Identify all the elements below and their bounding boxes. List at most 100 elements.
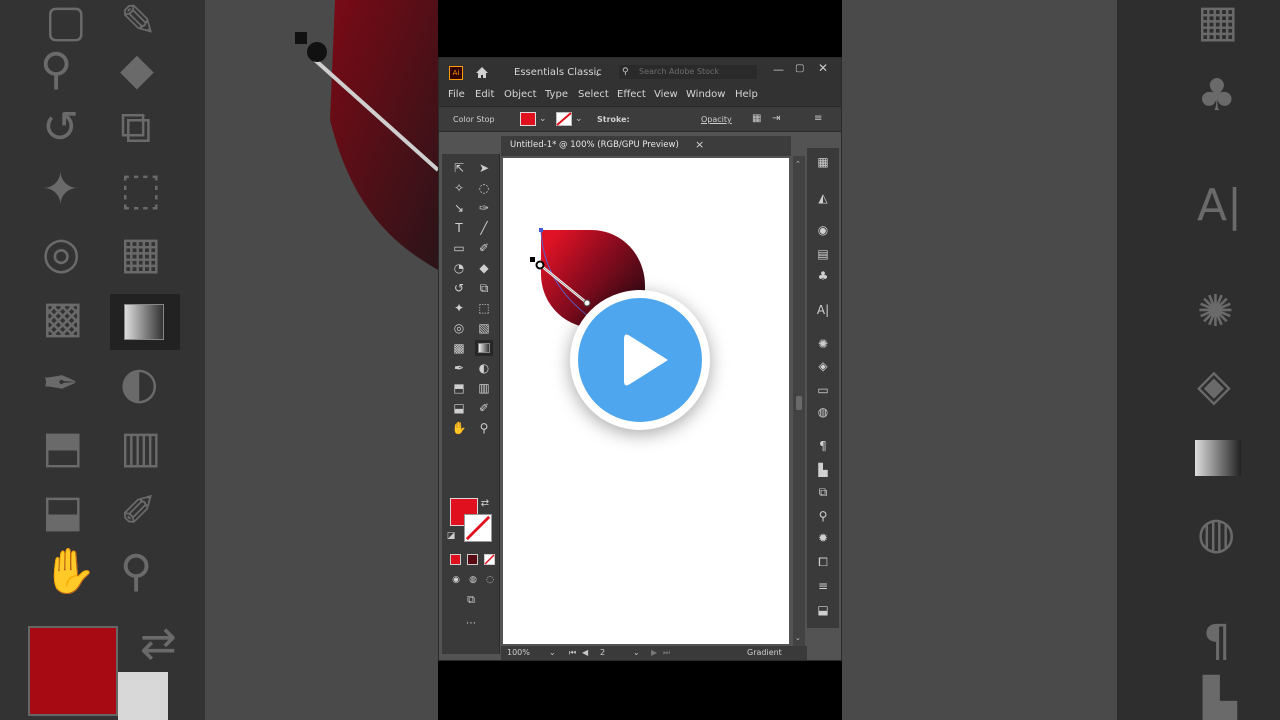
artboard-number[interactable]: 2	[600, 648, 605, 657]
stroke-panel-icon[interactable]: ≡	[815, 578, 831, 594]
draw-inside-icon[interactable]: ◌	[481, 572, 499, 588]
document-tab-close[interactable]: ×	[695, 138, 704, 151]
brushes-panel-icon[interactable]: ✺	[815, 336, 831, 352]
default-colors-icon[interactable]: ◪	[442, 528, 460, 544]
chevron-down-icon[interactable]: ⌄	[539, 113, 547, 125]
artboard-tool-icon[interactable]: ⬓	[450, 400, 468, 416]
menu-file[interactable]: File	[448, 89, 465, 100]
warp-tool-icon[interactable]: ✦	[450, 300, 468, 316]
bg-tool-icon: ✒	[42, 358, 79, 409]
pen-tool-icon[interactable]: ↘	[450, 200, 468, 216]
menu-help[interactable]: Help	[735, 89, 758, 100]
slice-tool-icon[interactable]: ✐	[475, 400, 493, 416]
close-icon[interactable]: ✕	[818, 62, 828, 74]
swap-fill-stroke-icon[interactable]: ⇄	[476, 496, 494, 512]
scroll-thumb[interactable]	[796, 396, 802, 410]
selection-tool-icon[interactable]: ⇱	[450, 160, 468, 176]
transparency-panel-icon[interactable]: ◍	[815, 404, 831, 420]
artboards-panel-icon[interactable]: ⧠	[815, 554, 831, 570]
chevron-down-icon[interactable]: ⌄	[594, 68, 602, 80]
graph-tool-icon[interactable]: ▥	[475, 380, 493, 396]
draw-behind-icon[interactable]: ◍	[464, 572, 482, 588]
mesh-tool-icon[interactable]: ▩	[450, 340, 468, 356]
symbols-panel-icon[interactable]: ♣	[815, 268, 831, 284]
type-tool-icon[interactable]: T	[450, 220, 468, 236]
gradient-panel-icon[interactable]: ▭	[815, 382, 831, 398]
gradient-mode-icon[interactable]	[467, 554, 478, 565]
opacity-link[interactable]: Opacity	[701, 115, 732, 124]
menu-select[interactable]: Select	[578, 89, 609, 100]
minimize-icon[interactable]: —	[773, 64, 784, 76]
eraser-tool-icon[interactable]: ◆	[475, 260, 493, 276]
free-transform-tool-icon[interactable]: ⬚	[475, 300, 493, 316]
last-artboard-icon[interactable]: ⏭	[663, 647, 670, 659]
rotate-tool-icon[interactable]: ↺	[450, 280, 468, 296]
symbol-sprayer-tool-icon[interactable]: ⬒	[450, 380, 468, 396]
align-panel-icon[interactable]: ▙	[815, 462, 831, 478]
curvature-tool-icon[interactable]: ✑	[475, 200, 493, 216]
lasso-tool-icon[interactable]: ◌	[475, 180, 493, 196]
previous-artboard-icon[interactable]: ◀	[582, 647, 588, 659]
hand-tool-icon[interactable]: ✋	[450, 420, 468, 436]
shaper-tool-icon[interactable]: ◔	[450, 260, 468, 276]
puppet-panel-icon[interactable]: ⚲	[815, 508, 831, 524]
home-icon[interactable]	[475, 66, 489, 79]
scroll-up-icon[interactable]: ⌃	[795, 158, 801, 170]
video-frame: ▢ ✎ ⚲ ◆ ↺ ⧉ ✦ ⬚ ◎ ▦ ▩ ✒ ◐ ⬒ ▥ ⬓ ✐ ✋ ⚲ ⇄	[0, 0, 1280, 720]
swatches-panel-icon[interactable]: ▤	[815, 246, 831, 262]
blend-tool-icon[interactable]: ◐	[475, 360, 493, 376]
menu-object[interactable]: Object	[504, 89, 537, 100]
search-field[interactable]: ⚲ Search Adobe Stock	[619, 65, 757, 79]
menu-window[interactable]: Window	[686, 89, 725, 100]
paragraph-panel-icon[interactable]: ¶	[815, 438, 831, 454]
color-mode-icon[interactable]	[450, 554, 461, 565]
bg-tool-icon: ✦	[42, 164, 79, 215]
line-tool-icon[interactable]: ╱	[475, 220, 493, 236]
character-panel-icon[interactable]: A|	[815, 302, 831, 318]
align-icon[interactable]: ▦	[752, 113, 761, 125]
transform-icon[interactable]: ⇥	[772, 113, 780, 125]
screen-mode-icon[interactable]: ⧉	[462, 592, 480, 608]
magic-wand-tool-icon[interactable]: ✧	[450, 180, 468, 196]
libraries-panel-icon[interactable]: ◭	[815, 190, 831, 206]
first-artboard-icon[interactable]: ⏮	[569, 647, 576, 659]
maximize-icon[interactable]: ▢	[795, 63, 804, 75]
properties-panel-icon[interactable]: ▦	[815, 154, 831, 170]
eyedropper-tool-icon[interactable]: ✒	[450, 360, 468, 376]
more-tools-icon[interactable]: ⋯	[462, 616, 480, 632]
direct-selection-tool-icon[interactable]: ➤	[475, 160, 493, 176]
scroll-down-icon[interactable]: ⌄	[795, 632, 801, 644]
zoom-level[interactable]: 100%	[507, 648, 530, 657]
play-button[interactable]	[570, 290, 710, 430]
pathfinder-panel-icon[interactable]: ⧉	[815, 484, 831, 500]
perspective-grid-tool-icon[interactable]: ▧	[475, 320, 493, 336]
stroke-swatch[interactable]	[464, 514, 492, 542]
export-panel-icon[interactable]: ⬓	[815, 602, 831, 618]
document-tab-title[interactable]: Untitled-1* @ 100% (RGB/GPU Preview)	[510, 140, 679, 150]
color-panel-icon[interactable]: ◉	[815, 222, 831, 238]
shape-builder-tool-icon[interactable]: ◎	[450, 320, 468, 336]
panel-menu-icon[interactable]: ≡	[814, 113, 822, 125]
chevron-down-icon[interactable]: ⌄	[575, 113, 583, 125]
menu-type[interactable]: Type	[545, 89, 568, 100]
workspace-switcher[interactable]: Essentials Classic	[514, 67, 602, 78]
zoom-tool-icon[interactable]: ⚲	[475, 420, 493, 436]
chevron-down-icon[interactable]: ⌄	[633, 647, 640, 659]
rectangle-tool-icon[interactable]: ▭	[450, 240, 468, 256]
scale-tool-icon[interactable]: ⧉	[475, 280, 493, 296]
menu-view[interactable]: View	[654, 89, 678, 100]
next-artboard-icon[interactable]: ▶	[651, 647, 657, 659]
appearance-panel-icon[interactable]: ✹	[815, 530, 831, 546]
background-canvas	[205, 0, 438, 720]
chevron-down-icon[interactable]: ⌄	[549, 647, 556, 659]
layers-panel-icon[interactable]: ◈	[815, 358, 831, 374]
none-mode-icon[interactable]	[484, 554, 495, 565]
stroke-none-swatch[interactable]	[556, 112, 572, 126]
draw-normal-icon[interactable]: ◉	[447, 572, 465, 588]
paintbrush-tool-icon[interactable]: ✐	[475, 240, 493, 256]
menu-edit[interactable]: Edit	[475, 89, 494, 100]
vertical-scrollbar[interactable]: ⌃ ⌄	[793, 156, 805, 646]
gradient-tool-icon[interactable]	[475, 340, 493, 356]
fill-color-swatch[interactable]	[520, 112, 536, 126]
menu-effect[interactable]: Effect	[617, 89, 646, 100]
